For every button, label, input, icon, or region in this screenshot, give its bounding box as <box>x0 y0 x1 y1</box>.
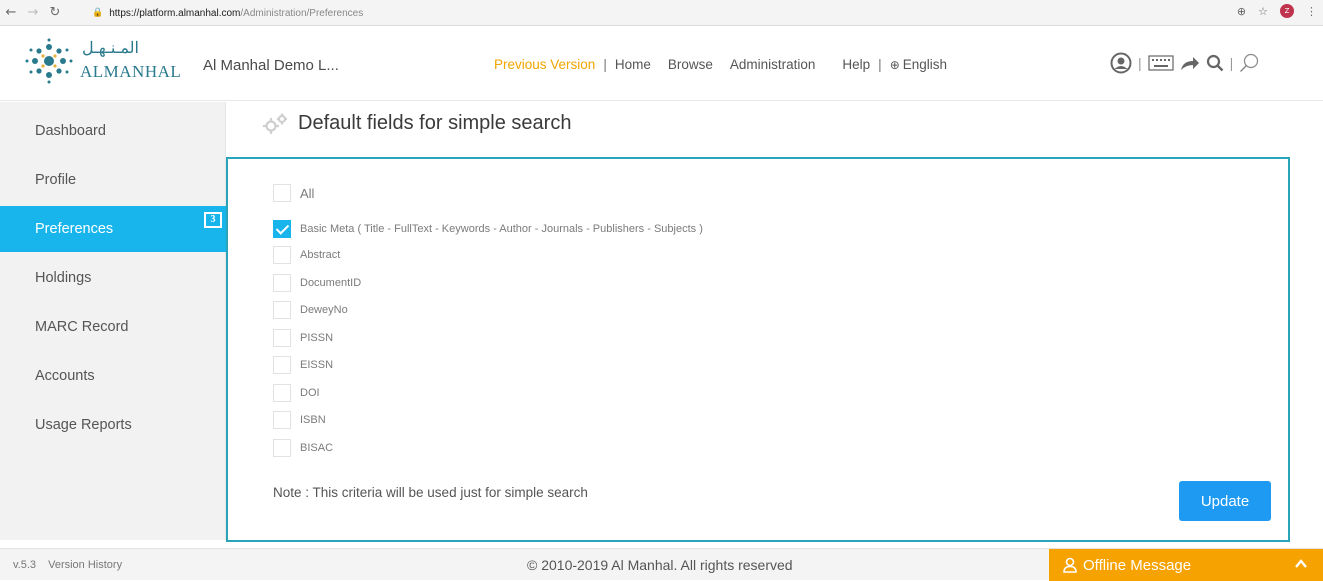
field-label: PISSN <box>300 332 334 344</box>
version-number: v.5.3 <box>13 559 37 571</box>
sidebar: Dashboard Profile Preferences 3 Holdings… <box>0 102 226 540</box>
address-bar[interactable]: 🔒 https://platform.almanhal.com/Administ… <box>92 3 1192 23</box>
advanced-search-icon[interactable] <box>1239 53 1259 73</box>
field-label: DOI <box>300 387 320 399</box>
lock-icon: 🔒 <box>92 8 104 18</box>
logo-english-text: ALMANHAL <box>80 62 182 81</box>
field-label: ISBN <box>300 414 326 426</box>
nav-previous-version[interactable]: Previous Version <box>494 57 595 72</box>
sidebar-item-profile[interactable]: Profile <box>0 157 226 203</box>
sidebar-item-accounts[interactable]: Accounts <box>0 353 226 399</box>
sidebar-item-label: Preferences <box>35 221 114 237</box>
search-note: Note : This criteria will be used just f… <box>273 485 588 500</box>
checkbox[interactable] <box>273 329 291 347</box>
almanhal-logo[interactable]: المـنـهـل ALMANHAL <box>22 38 194 86</box>
field-option-doi[interactable]: DOI <box>273 384 320 402</box>
keyboard-icon[interactable] <box>1148 55 1174 71</box>
field-option-all[interactable]: All <box>273 184 314 202</box>
version-history-link[interactable]: Version History <box>48 559 122 571</box>
nav-administration[interactable]: Administration <box>730 57 816 72</box>
offline-message-label: Offline Message <box>1083 556 1192 574</box>
update-button[interactable]: Update <box>1179 481 1271 521</box>
field-option-basic-meta[interactable]: Basic Meta ( Title - FullText - Keywords… <box>273 220 703 238</box>
nav-language[interactable]: English <box>903 57 947 72</box>
top-navigation: Previous Version | Home Browse Administr… <box>494 57 964 72</box>
offline-message-bar[interactable]: Offline Message <box>1049 549 1323 581</box>
checkbox-checked[interactable] <box>273 220 291 238</box>
menu-icon[interactable]: ⋮ <box>1306 5 1317 18</box>
chevron-up-icon[interactable] <box>1293 556 1309 572</box>
footer: v.5.3 Version History © 2010-2019 Al Man… <box>0 548 1323 581</box>
checkbox[interactable] <box>273 384 291 402</box>
copyright-text: © 2010-2019 Al Manhal. All rights reserv… <box>527 557 793 573</box>
sidebar-item-marc-record[interactable]: MARC Record <box>0 304 226 350</box>
field-option-pissn[interactable]: PISSN <box>273 329 333 347</box>
checkbox[interactable] <box>273 274 291 292</box>
field-option-eissn[interactable]: EISSN <box>273 356 333 374</box>
nav-separator: | <box>878 57 882 72</box>
browser-toolbar: ← → ↻ 🔒 https://platform.almanhal.com/Ad… <box>0 0 1323 26</box>
url-path: /Administration/Preferences <box>240 7 364 19</box>
checkbox[interactable] <box>273 184 291 202</box>
sidebar-item-holdings[interactable]: Holdings <box>0 255 226 301</box>
star-icon[interactable]: ☆ <box>1258 5 1268 18</box>
step-badge: 3 <box>204 212 222 228</box>
field-label: Basic Meta ( Title - FullText - Keywords… <box>300 223 703 235</box>
institution-name[interactable]: Al Manhal Demo L... <box>203 57 339 74</box>
back-icon[interactable]: ← <box>0 5 22 20</box>
gears-icon <box>263 113 287 134</box>
logo-arabic-text: المـنـهـل <box>82 38 139 57</box>
field-label: EISSN <box>300 359 334 371</box>
forward-icon[interactable]: → <box>22 5 44 20</box>
reload-icon[interactable]: ↻ <box>44 5 66 20</box>
logo-emblem-icon <box>25 38 73 84</box>
user-icon <box>1063 557 1077 573</box>
sidebar-item-dashboard[interactable]: Dashboard <box>0 108 226 154</box>
share-arrow-icon[interactable] <box>1180 55 1200 71</box>
field-option-bisac[interactable]: BISAC <box>273 439 333 457</box>
tool-separator: | <box>1138 55 1142 71</box>
globe-icon: ⊕ <box>889 57 900 72</box>
field-option-deweyno[interactable]: DeweyNo <box>273 301 348 319</box>
field-option-documentid[interactable]: DocumentID <box>273 274 361 292</box>
field-label: DocumentID <box>300 277 362 289</box>
field-label: DeweyNo <box>300 304 348 316</box>
checkbox[interactable] <box>273 301 291 319</box>
checkbox[interactable] <box>273 356 291 374</box>
app-header: المـنـهـل ALMANHAL Al Manhal Demo L... P… <box>0 27 1323 101</box>
field-label: BISAC <box>300 442 334 454</box>
version-info: v.5.3 Version History <box>13 559 122 571</box>
profile-avatar[interactable]: Z <box>1280 4 1294 18</box>
tool-separator: | <box>1229 55 1234 71</box>
nav-separator: | <box>603 57 607 72</box>
sidebar-item-usage-reports[interactable]: Usage Reports <box>0 402 226 448</box>
nav-home[interactable]: Home <box>615 57 651 72</box>
field-label: Abstract <box>300 249 341 261</box>
field-label: All <box>300 185 315 201</box>
url-host: https://platform.almanhal.com <box>109 7 241 19</box>
nav-help[interactable]: Help <box>842 57 870 72</box>
checkbox[interactable] <box>273 246 291 264</box>
nav-browse[interactable]: Browse <box>668 57 713 72</box>
search-icon[interactable] <box>1206 54 1224 72</box>
field-option-isbn[interactable]: ISBN <box>273 411 326 429</box>
zoom-icon[interactable]: ⊕ <box>1237 5 1246 18</box>
search-fields-panel: All Basic Meta ( Title - FullText - Keyw… <box>226 157 1290 542</box>
checkbox[interactable] <box>273 411 291 429</box>
section-header: Default fields for simple search <box>262 112 571 135</box>
sidebar-item-preferences[interactable]: Preferences 3 <box>0 206 226 252</box>
field-option-abstract[interactable]: Abstract <box>273 246 340 264</box>
header-tools: | | <box>1110 52 1259 74</box>
page-title: Default fields for simple search <box>298 112 572 134</box>
user-account-icon[interactable] <box>1110 52 1132 74</box>
checkbox[interactable] <box>273 439 291 457</box>
